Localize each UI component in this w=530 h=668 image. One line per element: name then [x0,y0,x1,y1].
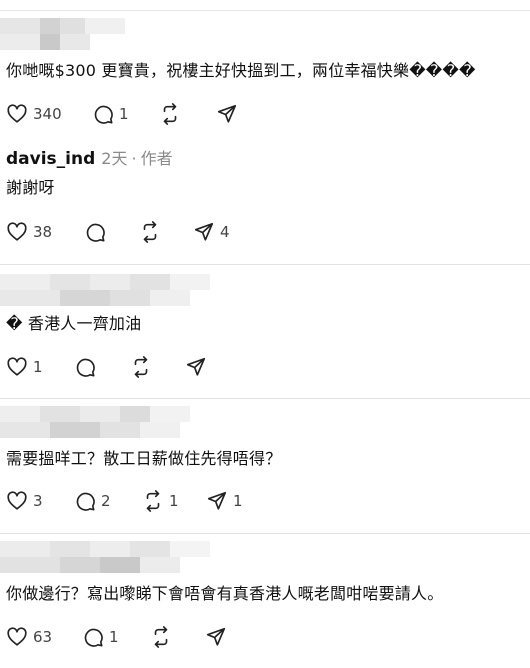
comment-text: � 香港人一齊加油 [6,314,142,333]
send-icon [206,627,226,646]
repost-button[interactable] [139,220,166,244]
like-button[interactable]: 340 [6,102,62,126]
repost-icon [134,356,148,378]
like-button[interactable]: 63 [6,625,52,649]
comment-divider [0,264,530,265]
share-button[interactable]: 1 [206,489,243,513]
repost-icon [163,103,177,125]
repost-icon [143,221,157,243]
reply-count: 1 [109,628,119,646]
like-count: 3 [33,492,43,510]
heart-icon [7,357,27,376]
share-button[interactable] [185,355,212,379]
share-button[interactable]: 4 [193,220,230,244]
send-icon [186,357,206,376]
repost-button[interactable] [159,102,186,126]
blurred-username [0,34,90,50]
heart-icon [7,627,27,646]
blurred-username [0,541,210,557]
comment-divider [0,398,530,399]
reply-button[interactable]: 1 [92,102,129,126]
repost-button[interactable]: 1 [142,489,179,513]
author-badge: 作者 [140,149,173,168]
blurred-username [0,406,190,422]
repost-button[interactable] [130,355,157,379]
top-divider [0,10,530,11]
send-icon [194,222,214,241]
repost-button[interactable] [150,625,177,649]
share-count: 1 [233,492,243,510]
repost-icon [146,490,160,512]
send-icon [207,491,227,510]
like-count: 63 [33,628,53,646]
post-time: 2天 [101,149,128,168]
like-button[interactable]: 1 [6,355,43,379]
reply-header: davis_ind 2天 · 作者 [6,148,173,170]
heart-icon [7,222,27,241]
comment-icon [76,358,95,377]
like-button[interactable]: 38 [6,220,52,244]
reply-button[interactable] [84,220,111,244]
reply-button[interactable]: 1 [82,625,119,649]
send-icon [217,104,237,123]
reply-button[interactable] [74,355,101,379]
blurred-username [0,274,210,290]
comment-icon [84,628,103,647]
blurred-username [0,18,125,34]
author-name[interactable]: davis_ind [6,149,95,169]
reply-button[interactable]: 2 [74,489,111,513]
share-button[interactable] [216,102,243,126]
share-button[interactable] [205,625,232,649]
share-count: 4 [220,223,230,241]
reply-count: 1 [119,105,129,123]
heart-icon [7,491,27,510]
like-count: 1 [33,358,43,376]
repost-count: 1 [169,492,179,510]
blurred-username [0,290,190,306]
blurred-username [0,557,180,573]
comment-icon [86,223,105,242]
comment-icon [94,105,113,124]
comment-icon [76,492,95,511]
heart-icon [7,104,27,123]
repost-icon [154,626,168,648]
like-count: 38 [33,223,53,241]
like-count: 340 [33,105,62,123]
comment-text: 謝謝呀 [6,178,55,197]
comment-text: 需要搵咩工？散工日薪做住先得唔得？ [6,449,282,468]
comment-text: 你哋嘅$300 更寶貴，祝樓主好快搵到工，兩位幸福快樂���� [6,61,476,80]
reply-count: 2 [101,492,111,510]
comment-text: 你做邊行？寫出嚟睇下會唔會有真香港人嘅老闆咁啱要請人。 [6,584,444,603]
meta-separator: · [131,149,137,168]
like-button[interactable]: 3 [6,489,43,513]
blurred-username [0,422,180,438]
comment-divider [0,533,530,534]
